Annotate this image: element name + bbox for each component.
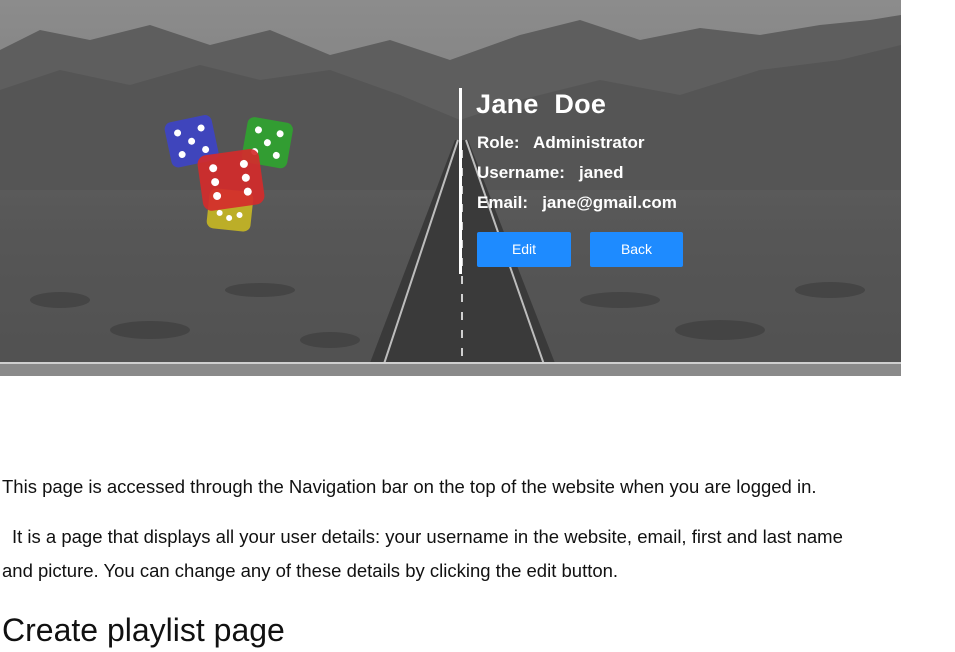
paragraph-details-line-1: It is a page that displays all your user… [12, 526, 843, 547]
username-value: janed [579, 163, 624, 182]
email-value: jane@gmail.com [542, 193, 677, 212]
paragraph-details-line-2: and picture. You can change any of these… [2, 560, 619, 581]
email-label: Email: [477, 193, 529, 212]
paragraph-access: This page is accessed through the Naviga… [2, 476, 817, 497]
dice-icon [164, 115, 293, 232]
profile-screenshot: Jane Doe Role: Administrator Username: j… [0, 0, 901, 376]
username-row: Username: janed [477, 163, 623, 183]
role-row: Role: Administrator [477, 133, 645, 153]
back-button[interactable]: Back [590, 232, 683, 267]
desert-road-background [0, 0, 901, 376]
edit-button[interactable]: Edit [477, 232, 571, 267]
document-page: Jane Doe Role: Administrator Username: j… [0, 0, 955, 652]
section-heading: Create playlist page [2, 612, 285, 648]
profile-divider [459, 88, 462, 274]
username-label: Username: [477, 163, 565, 182]
email-row: Email: jane@gmail.com [477, 193, 677, 213]
role-value: Administrator [533, 133, 645, 152]
role-label: Role: [477, 133, 520, 152]
profile-name: Jane Doe [476, 89, 607, 119]
